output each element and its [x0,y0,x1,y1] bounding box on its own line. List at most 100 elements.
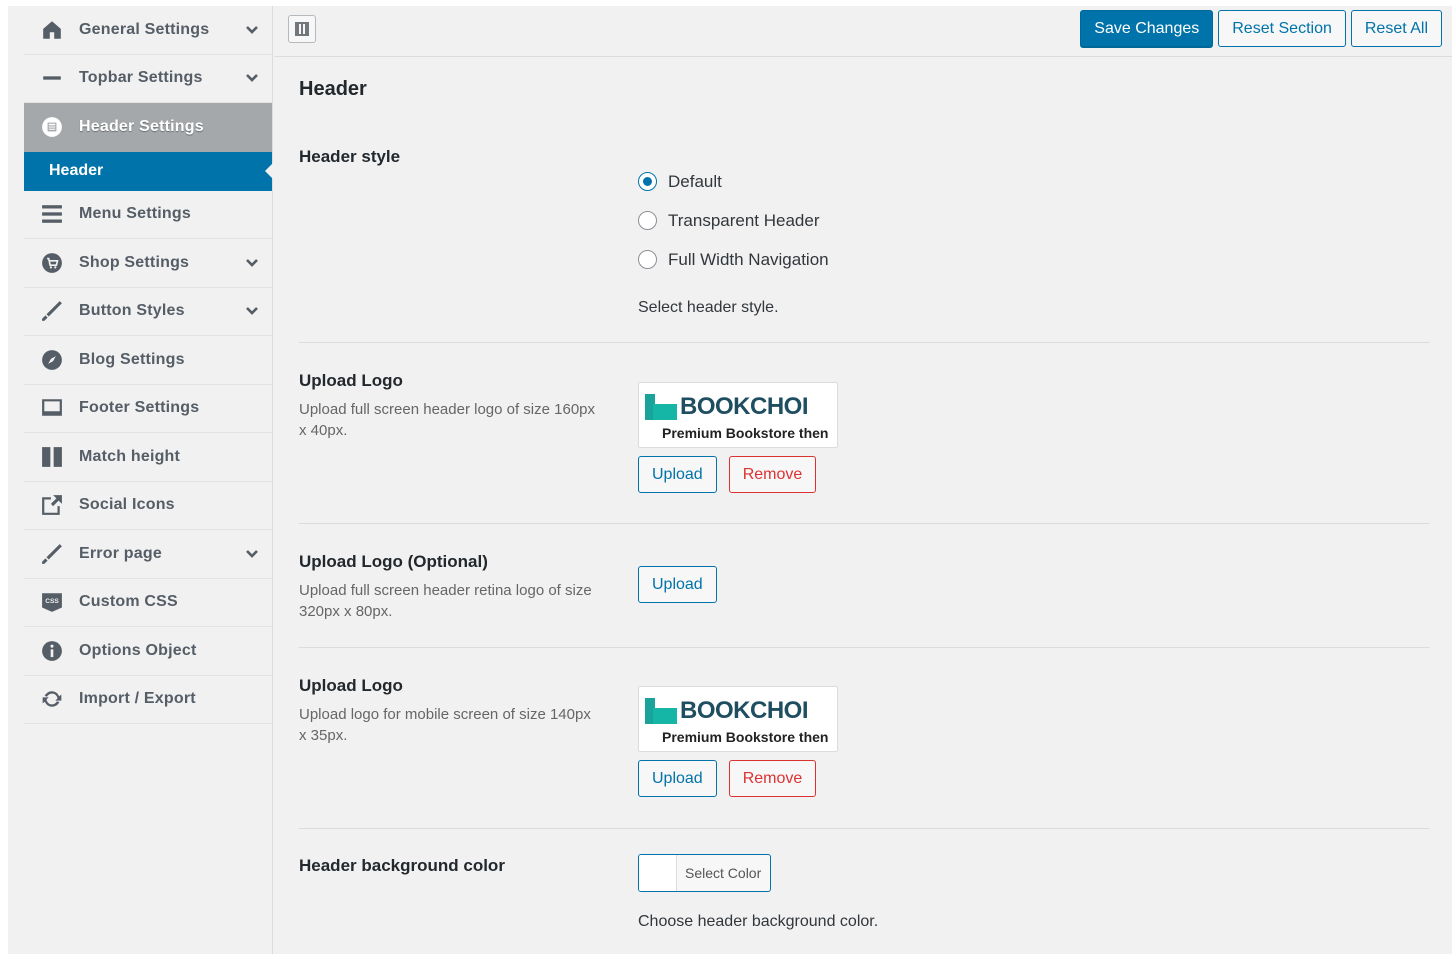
compass-icon [40,348,64,372]
logo-wordmark: BOOKCHOI [680,697,809,724]
header-style-help: Select header style. [638,299,779,316]
header-bg-control: Select Color Choose header background co… [638,854,878,931]
sidebar-item-menu-settings[interactable]: Menu Settings [24,191,272,239]
radio-option-transparent-header[interactable]: Transparent Header [638,201,829,240]
upload-logo-optional-control: Upload [638,566,717,603]
sidebar-item-import-export[interactable]: Import / Export [24,676,272,724]
sidebar-item-label: Blog Settings [79,350,185,368]
radio-option-default[interactable]: Default [638,162,829,201]
divider [299,647,1430,648]
sidebar-item-label: Options Object [79,641,197,659]
divider [299,342,1430,343]
info-icon [40,639,64,663]
footer-icon [40,396,64,420]
options-toolbar: Save Changes Reset Section Reset All [274,6,1452,57]
sidebar-item-button-styles[interactable]: Button Styles [24,288,272,336]
svg-text:CSS: CSS [45,598,59,605]
sidebar-item-label: Match height [79,447,181,465]
sidebar-item-label: Error page [79,544,162,562]
logo-preview: BOOKCHOI Premium Bookstore then [638,686,838,752]
sidebar-item-label: Custom CSS [79,593,178,611]
page-title: Header [299,78,367,100]
sidebar-item-match-height[interactable]: Match height [24,433,272,482]
upload-logo-control: BOOKCHOI Premium Bookstore then Upload R… [638,382,838,493]
logo-wordmark: BOOKCHOI [680,393,809,420]
chevron-down-icon[interactable] [244,255,260,271]
sidebar-item-options-object[interactable]: Options Object [24,627,272,676]
logo-tagline: Premium Bookstore then [662,729,829,745]
expand-toggle-button[interactable] [288,15,316,43]
upload-logo-buttons: Upload Remove [638,456,838,493]
remove-button[interactable]: Remove [728,456,817,493]
upload-logo-title: Upload Logo [299,371,403,390]
brush-icon [40,299,64,323]
toolbar-actions: Save Changes Reset Section Reset All [1080,10,1442,47]
expand-icon [295,22,309,36]
css-icon: CSS [40,590,64,614]
divider [299,828,1430,829]
header-icon [40,115,64,139]
select-color-label: Select Color [685,865,762,881]
logo-tagline: Premium Bookstore then [662,425,829,441]
upload-logo-optional-desc: Upload full screen header retina logo of… [299,582,592,620]
radio-button-selected[interactable] [638,172,657,191]
sidebar-item-label: Social Icons [79,496,175,514]
sidebar-item-social-icons[interactable]: Social Icons [24,482,272,530]
sidebar-item-label: General Settings [79,20,210,38]
columns-icon [40,445,64,469]
upload-logo-mobile-section: Upload Logo Upload logo for mobile scree… [299,676,1430,746]
cart-icon [40,251,64,275]
radio-label: Default [668,171,722,191]
upload-logo-mobile-control: BOOKCHOI Premium Bookstore then Upload R… [638,686,838,797]
logo-preview: BOOKCHOI Premium Bookstore then [638,382,838,448]
minus-icon [40,66,64,90]
sidebar-subitem-label: Header [49,162,104,179]
divider [299,523,1430,524]
sidebar-item-label: Menu Settings [79,205,191,223]
chevron-down-icon[interactable] [244,546,260,562]
radio-label: Full Width Navigation [668,249,829,269]
sidebar-item-topbar-settings[interactable]: Topbar Settings [24,55,272,103]
sidebar-item-label: Shop Settings [79,253,190,271]
sidebar-item-custom-css[interactable]: CSS Custom CSS [24,579,272,627]
refresh-icon [40,687,64,711]
main-content: Header Header style Default Transparent … [274,57,1430,954]
sidebar-item-header-settings[interactable]: Header Settings [24,103,272,152]
home-icon [40,18,64,42]
upload-logo-optional-title: Upload Logo (Optional) [299,552,488,571]
reset-section-button[interactable]: Reset Section [1218,10,1346,47]
sidebar-item-shop-settings[interactable]: Shop Settings [24,239,272,288]
color-picker-button[interactable]: Select Color [638,854,772,892]
sidebar-item-error-page[interactable]: Error page [24,530,272,579]
upload-logo-mobile-desc: Upload logo for mobile screen of size 14… [299,706,591,744]
options-panel: General Settings Topbar Settings Header … [8,6,1452,954]
upload-logo-mobile-title: Upload Logo [299,676,403,695]
upload-logo-mobile-buttons: Upload Remove [638,760,838,797]
remove-button[interactable]: Remove [728,760,817,797]
chevron-down-icon[interactable] [244,70,260,86]
sidebar-item-label: Topbar Settings [79,69,203,87]
share-icon [40,493,64,517]
sidebar-item-blog-settings[interactable]: Blog Settings [24,336,272,385]
sidebar-item-general-settings[interactable]: General Settings [24,6,272,55]
upload-button[interactable]: Upload [638,456,717,493]
radio-option-full-width-navigation[interactable]: Full Width Navigation [638,240,829,279]
radio-button[interactable] [638,211,657,230]
upload-button[interactable]: Upload [638,760,717,797]
menu-icon [40,202,64,226]
chevron-down-icon[interactable] [244,303,260,319]
save-changes-button[interactable]: Save Changes [1080,10,1214,47]
sidebar-item-footer-settings[interactable]: Footer Settings [24,385,272,433]
chevron-down-icon[interactable] [244,22,260,38]
radio-button[interactable] [638,250,657,269]
upload-logo-optional-section: Upload Logo (Optional) Upload full scree… [299,552,1430,622]
radio-label: Transparent Header [668,210,820,230]
header-style-options: Default Transparent Header Full Width Na… [638,162,829,317]
header-style-title: Header style [299,147,401,166]
sidebar-subitem-header[interactable]: Header [24,151,273,191]
sidebar-item-label: Header Settings [79,118,204,136]
header-style-section: Header style [299,147,1430,167]
logo-mark-icon [645,698,677,724]
upload-button[interactable]: Upload [638,566,717,603]
reset-all-button[interactable]: Reset All [1350,10,1442,47]
